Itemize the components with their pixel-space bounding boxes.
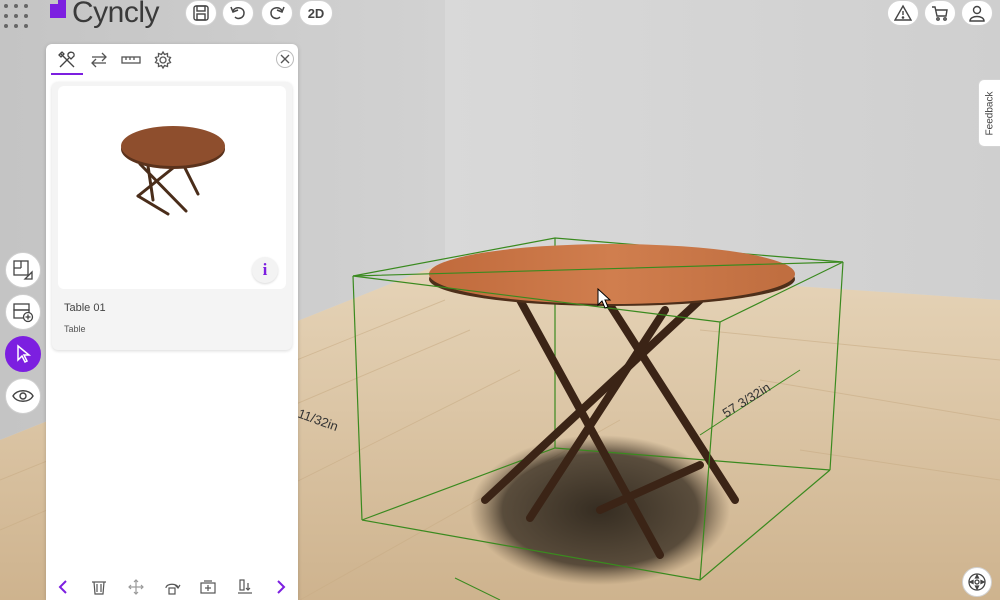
logo-text: Cyncly <box>72 0 160 29</box>
view-2d-button[interactable]: 2D <box>299 0 333 26</box>
cart-button[interactable] <box>924 0 956 26</box>
close-panel-button[interactable] <box>276 50 294 68</box>
redo-icon <box>270 6 285 20</box>
table-thumbnail-image <box>121 126 225 216</box>
cyncly-logo-icon <box>50 0 66 18</box>
floorplan-icon <box>13 260 33 280</box>
duplicate-button[interactable] <box>197 576 219 598</box>
panel-action-bar <box>46 574 298 600</box>
item-card[interactable]: i Table 01 Table <box>52 82 292 350</box>
undo-button[interactable] <box>222 0 254 26</box>
add-cabinet-button[interactable] <box>5 294 41 330</box>
add-furniture-icon <box>13 303 34 323</box>
select-tool-button[interactable] <box>5 336 41 372</box>
item-thumbnail: i <box>58 86 286 289</box>
move-icon <box>127 579 144 595</box>
cursor-arrow-icon <box>17 344 32 364</box>
item-info-button[interactable]: i <box>252 257 278 283</box>
feedback-label: Feedback <box>984 91 996 135</box>
tab-tools[interactable] <box>51 48 83 75</box>
view-2d-label: 2D <box>307 5 325 21</box>
save-button[interactable] <box>185 0 217 26</box>
cart-icon <box>932 6 948 21</box>
rotate-icon <box>165 583 181 595</box>
trash-icon <box>92 581 107 595</box>
account-button[interactable] <box>961 0 993 26</box>
properties-panel: i Table 01 Table <box>46 44 298 600</box>
undo-icon <box>230 6 245 20</box>
app-logo: Cyncly <box>46 0 160 30</box>
redo-button[interactable] <box>261 0 293 26</box>
tab-settings[interactable] <box>150 48 176 72</box>
chevron-left-icon <box>58 580 67 594</box>
warnings-button[interactable] <box>887 0 919 26</box>
info-icon: i <box>262 260 268 279</box>
navigation-button[interactable] <box>962 567 992 597</box>
save-icon <box>193 5 209 21</box>
user-icon <box>969 5 985 22</box>
swap-icon <box>91 52 107 68</box>
floorplan-tool-button[interactable] <box>5 252 41 288</box>
gear-icon <box>154 50 172 70</box>
visibility-button[interactable] <box>5 378 41 414</box>
floor-align-icon <box>237 579 252 594</box>
app-launcher-icon[interactable] <box>2 2 30 30</box>
panel-tabs <box>46 44 298 76</box>
tab-swap[interactable] <box>86 48 112 72</box>
feedback-tab[interactable]: Feedback <box>978 79 1000 147</box>
eye-icon <box>12 390 34 402</box>
tab-measure[interactable] <box>118 48 144 72</box>
place-on-floor-button[interactable] <box>234 576 256 598</box>
delete-button[interactable] <box>88 576 110 598</box>
item-name: Table 01 <box>64 302 106 314</box>
duplicate-icon <box>200 580 216 594</box>
next-button[interactable] <box>270 576 292 598</box>
warning-icon <box>894 4 912 21</box>
tools-icon <box>58 51 75 68</box>
ruler-icon <box>121 56 141 64</box>
move-button[interactable] <box>125 576 147 598</box>
prev-button[interactable] <box>52 576 74 598</box>
chevron-right-icon <box>277 580 286 594</box>
item-category: Table <box>64 324 86 334</box>
close-icon <box>280 54 290 64</box>
rotate-button[interactable] <box>161 576 183 598</box>
navigation-compass-icon <box>968 573 986 591</box>
